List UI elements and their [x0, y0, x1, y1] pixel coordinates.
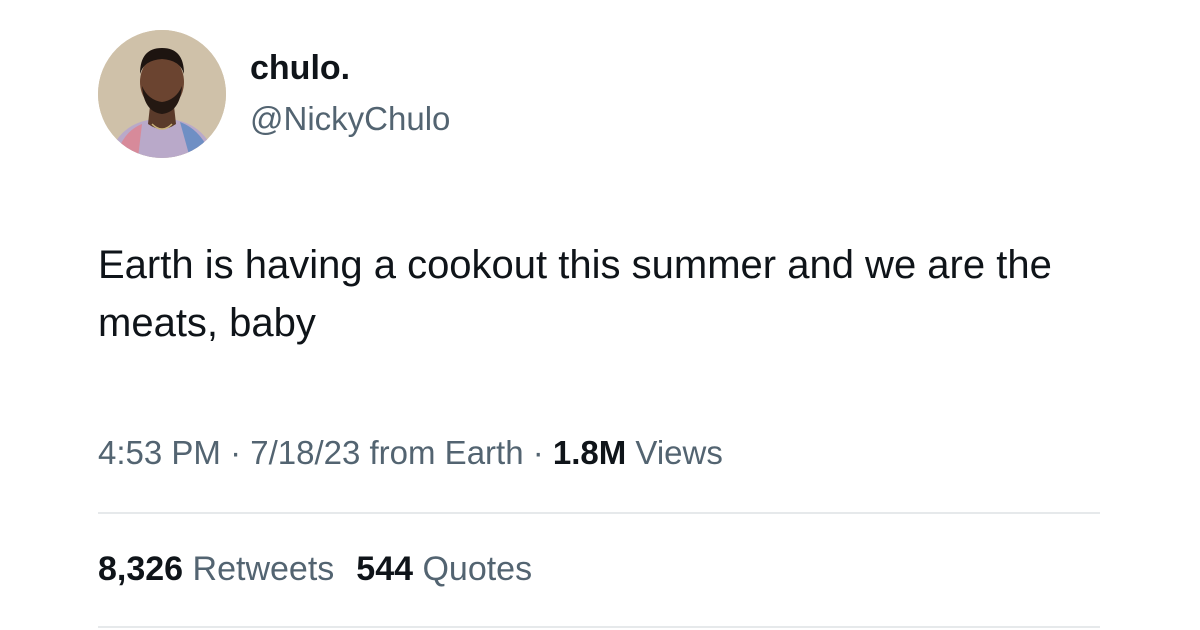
engagement-stats: 8,326 Retweets 544 Quotes: [98, 548, 532, 590]
divider: [98, 512, 1100, 514]
divider: [98, 626, 1100, 628]
retweets-stat[interactable]: 8,326 Retweets: [98, 550, 334, 588]
tweet-date[interactable]: 7/18/23: [250, 434, 360, 471]
display-name[interactable]: chulo.: [250, 48, 350, 88]
quotes-label: Quotes: [413, 550, 533, 588]
tweet-card: chulo. @NickyChulo Earth is having a coo…: [0, 0, 1200, 630]
tweet-source: from Earth: [360, 434, 524, 471]
views-count: 1.8M: [552, 434, 627, 471]
tweet-time[interactable]: 4:53 PM: [98, 434, 221, 471]
tweet-text: Earth is having a cookout this summer an…: [98, 243, 1052, 345]
quotes-stat[interactable]: 544 Quotes: [356, 550, 532, 588]
retweets-label: Retweets: [183, 550, 335, 588]
avatar[interactable]: [98, 30, 226, 158]
quotes-count: 544: [356, 550, 414, 588]
retweets-count: 8,326: [98, 550, 184, 588]
views-label: Views: [626, 434, 723, 471]
meta-separator: ·: [523, 434, 553, 471]
tweet-meta: 4:53 PM · 7/18/23 from Earth · 1.8M View…: [98, 432, 723, 474]
meta-separator: ·: [220, 434, 251, 471]
profile-photo-icon: [98, 30, 226, 158]
user-handle[interactable]: @NickyChulo: [250, 99, 450, 139]
